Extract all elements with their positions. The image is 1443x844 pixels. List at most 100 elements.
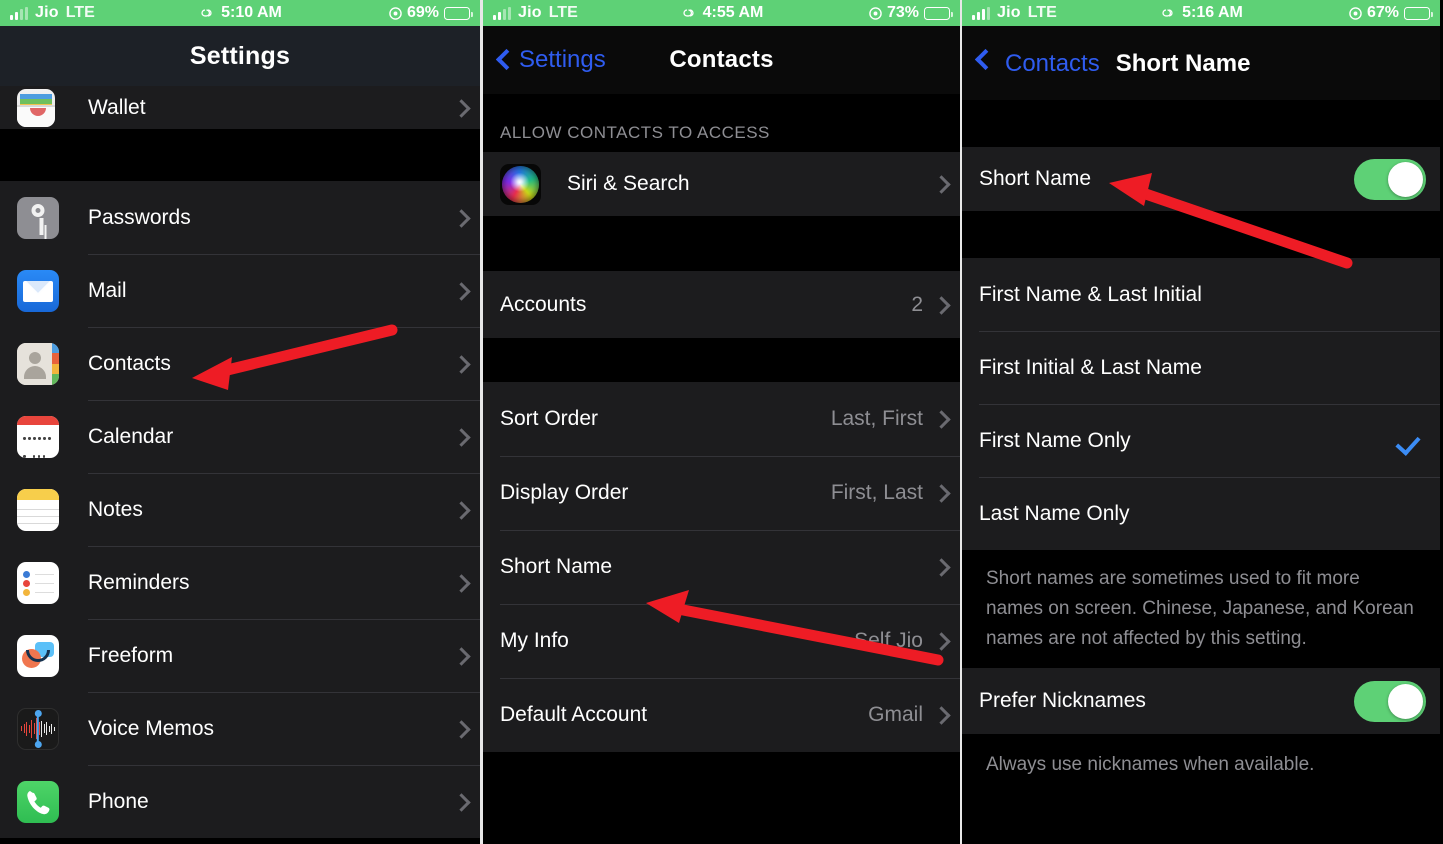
nav-bar-inline: Contacts Short Name [962, 49, 1250, 78]
chevron-left-icon[interactable] [976, 49, 989, 71]
nav-bar: Settings Contacts [483, 26, 960, 94]
wallet-icon [17, 88, 55, 127]
sidebar-item-calendar[interactable]: Calendar [0, 400, 480, 473]
group-short-name-toggle: Short Name [962, 147, 1440, 211]
row-label: Contacts [88, 351, 171, 375]
row-label: Display Order [500, 481, 629, 504]
row-display-order[interactable]: Display Order First, Last [483, 456, 960, 530]
sidebar-item-phone[interactable]: Phone [0, 765, 480, 838]
row-value: First, Last [830, 481, 923, 504]
row-label: Freeform [88, 643, 174, 667]
battery-icon [444, 6, 473, 20]
chevron-right-icon [935, 484, 946, 502]
chevron-right-icon [455, 428, 466, 446]
row-label: Short Name [979, 167, 1092, 190]
row-prefer-nicknames[interactable]: Prefer Nicknames [962, 668, 1440, 734]
status-bar: Jio LTE 4:55 AM 73% [483, 0, 960, 26]
option-first-initial-last-name[interactable]: First Initial & Last Name [962, 331, 1440, 404]
status-bar-right: 73% [869, 0, 953, 26]
battery-percent: 67% [1366, 4, 1399, 21]
row-siri-and-search[interactable]: Siri & Search [483, 152, 960, 216]
back-button-label[interactable]: Contacts [1005, 50, 1100, 78]
section-footer-short-name: Short names are sometimes used to fit mo… [986, 568, 1414, 649]
row-label: Phone [88, 789, 149, 813]
row-value: Self Jio [854, 629, 923, 652]
row-label: First Name Only [979, 428, 1131, 452]
option-first-name-only[interactable]: First Name Only [962, 404, 1440, 477]
page-title: Settings [189, 41, 291, 70]
sidebar-item-voice-memos[interactable]: Voice Memos [0, 692, 480, 765]
sidebar-item-wallet[interactable]: Wallet [0, 86, 480, 129]
chevron-right-icon [455, 647, 466, 665]
panel-short-name: Jio LTE 5:16 AM 67% Contacts Short Name … [962, 0, 1440, 844]
checkmark-icon [1398, 429, 1422, 453]
chevron-right-icon [935, 410, 946, 428]
group-siri: Siri & Search [483, 152, 960, 216]
row-label: My Info [500, 629, 569, 652]
sidebar-item-reminders[interactable]: Reminders [0, 546, 480, 619]
option-first-name-last-initial[interactable]: First Name & Last Initial [962, 258, 1440, 331]
settings-group-wallet: Wallet [0, 86, 480, 129]
chevron-right-icon [455, 720, 466, 738]
nav-bar: Contacts Short Name [962, 26, 1440, 100]
row-short-name-toggle[interactable]: Short Name [962, 147, 1440, 211]
row-label: Short Name [500, 555, 613, 578]
voice-memos-icon [17, 707, 59, 750]
personal-hotspot-link-icon [683, 9, 694, 17]
mail-envelope-icon [17, 269, 59, 312]
row-label: First Initial & Last Name [979, 355, 1202, 379]
row-accounts[interactable]: Accounts 2 [483, 271, 960, 338]
status-bar: Jio LTE 5:16 AM 67% [962, 0, 1440, 26]
chevron-right-icon [455, 355, 466, 373]
row-label: Accounts [500, 292, 587, 316]
three-panel-screenshot-strip: Jio LTE 5:10 AM 69% Settings Wallet Pass… [0, 0, 1443, 844]
status-bar: Jio LTE 5:10 AM 69% [0, 0, 480, 26]
group-separator [0, 129, 480, 181]
row-default-account[interactable]: Default Account Gmail [483, 678, 960, 752]
row-label: First Name & Last Initial [979, 282, 1202, 306]
notes-icon [17, 488, 59, 531]
back-button-label: Settings [519, 46, 606, 73]
group-short-name-options: First Name & Last Initial First Initial … [962, 258, 1440, 550]
group-separator [483, 216, 960, 271]
chevron-right-icon [455, 209, 466, 227]
row-short-name[interactable]: Short Name [483, 530, 960, 604]
row-label: Wallet [88, 95, 146, 119]
clock-time: 5:16 AM [1182, 4, 1243, 21]
prefer-nicknames-toggle[interactable] [1354, 680, 1426, 722]
status-bar-right: 69% [389, 0, 473, 26]
back-button[interactable]: Settings [483, 46, 606, 74]
personal-hotspot-link-icon [1162, 9, 1173, 17]
sidebar-item-notes[interactable]: Notes [0, 473, 480, 546]
contacts-icon [17, 342, 59, 385]
short-name-toggle[interactable] [1354, 158, 1426, 200]
chevron-right-icon [455, 793, 466, 811]
page-title: Short Name [1115, 49, 1251, 77]
chevron-right-icon [935, 296, 946, 314]
sidebar-item-mail[interactable]: Mail [0, 254, 480, 327]
calendar-icon [17, 415, 59, 458]
sidebar-item-passwords[interactable]: Passwords [0, 181, 480, 254]
battery-icon [924, 6, 953, 20]
sidebar-item-freeform[interactable]: Freeform [0, 619, 480, 692]
row-sort-order[interactable]: Sort Order Last, First [483, 382, 960, 456]
group-prefer-nicknames: Prefer Nicknames [962, 668, 1440, 734]
row-label: Default Account [500, 703, 648, 726]
passwords-key-icon [17, 196, 59, 239]
row-my-info[interactable]: My Info Self Jio [483, 604, 960, 678]
clock-time: 4:55 AM [702, 4, 764, 21]
location-arrow-icon [869, 6, 882, 20]
chevron-right-icon [935, 632, 946, 650]
chevron-right-icon [455, 501, 466, 519]
sidebar-item-contacts[interactable]: Contacts [0, 327, 480, 400]
chevron-left-icon [497, 49, 510, 71]
option-last-name-only[interactable]: Last Name Only [962, 477, 1440, 550]
phone-icon [17, 780, 59, 823]
row-label: Passwords [88, 205, 191, 229]
group-accounts: Accounts 2 [483, 271, 960, 338]
row-label: Last Name Only [979, 501, 1130, 525]
row-label: Notes [88, 497, 143, 521]
row-label: Reminders [88, 570, 190, 594]
row-value: 2 [911, 292, 923, 316]
group-name-order: Sort Order Last, First Display Order Fir… [483, 382, 960, 752]
